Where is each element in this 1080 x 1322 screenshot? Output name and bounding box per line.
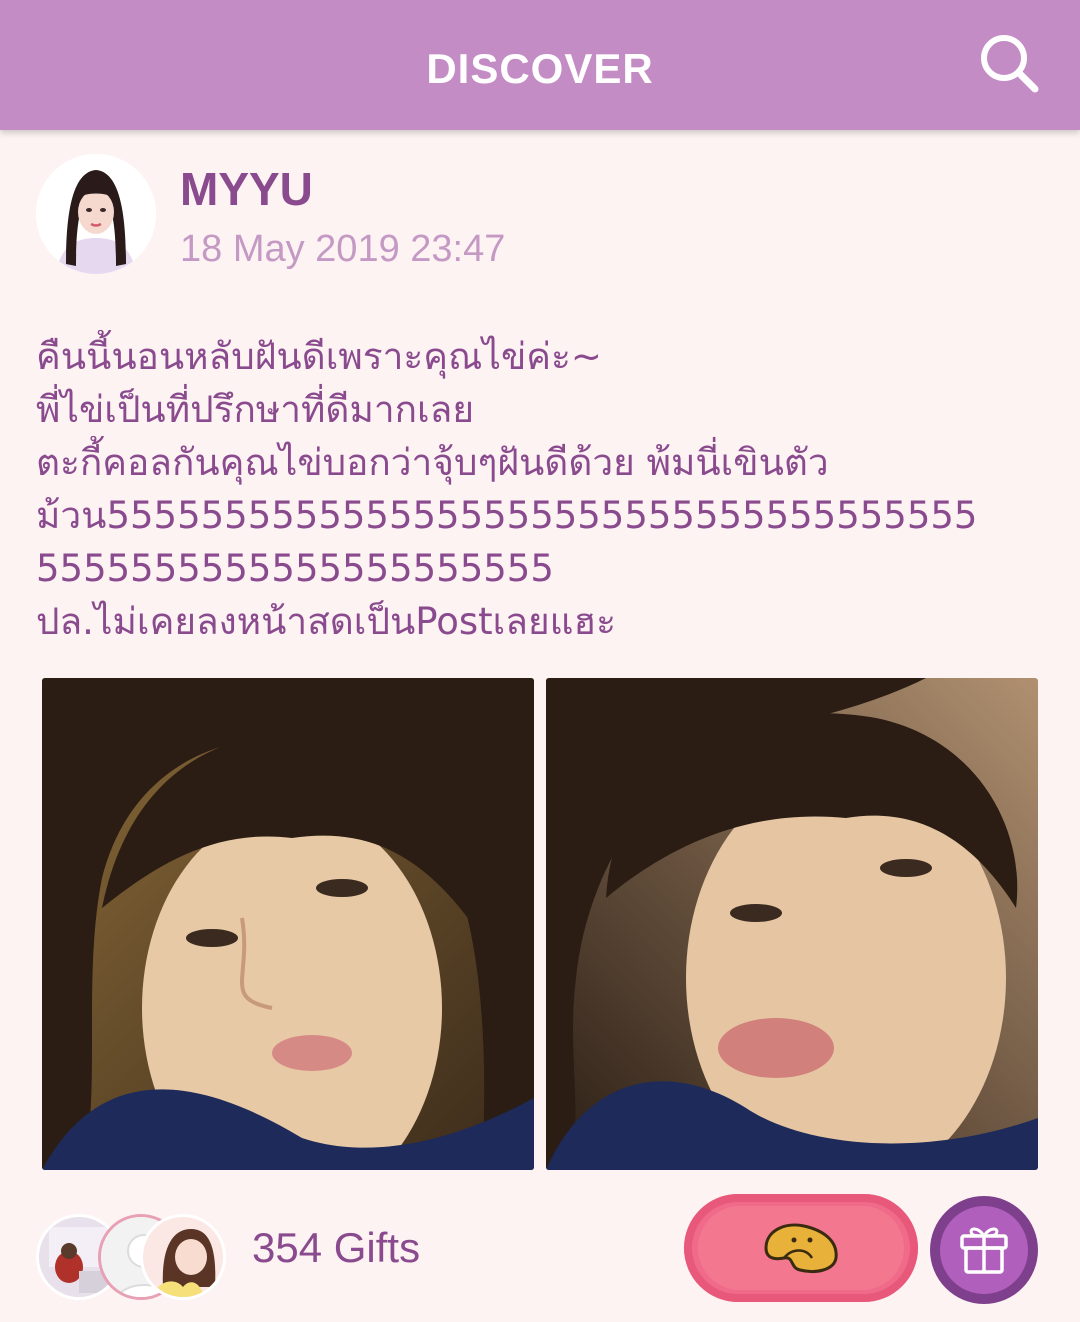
gift-count: 354 Gifts	[252, 1224, 421, 1271]
post-text-line: ตะกี้คอลกันคุณไข่บอกว่าจุ้บๆฝันดีด้วย พ้…	[36, 441, 829, 484]
post-text-line: ม้วน555555555555555555555555555555555555…	[36, 494, 978, 537]
post-text-line: พี่ไข่เป็นที่ปรึกษาที่ดีมากเลย	[36, 388, 475, 431]
gift-icon	[960, 1227, 1008, 1274]
post-text-line: 5555555555555555555555	[36, 547, 554, 590]
fortune-cookie-icon	[764, 1223, 838, 1273]
post-photo-2[interactable]	[546, 678, 1038, 1170]
author-name[interactable]: MYYU	[180, 162, 313, 216]
post-body: คืนนี้นอนหลับฝันดีเพราะคุณไข่ค่ะ~ พี่ไข่…	[36, 330, 1046, 648]
search-icon	[981, 35, 1039, 93]
post-text-line: ปล.ไม่เคยลงหน้าสดเป็นPostเลยแฮะ	[36, 600, 616, 643]
post-text-line: คืนนี้นอนหลับฝันดีเพราะคุณไข่ค่ะ~	[36, 335, 602, 378]
post-timestamp: 18 May 2019 23:47	[180, 228, 506, 270]
send-gift-button[interactable]	[930, 1196, 1038, 1304]
search-button[interactable]	[972, 26, 1044, 98]
page-title: DISCOVER	[426, 45, 654, 92]
post-photo-1[interactable]	[42, 678, 534, 1170]
gifter-avatar-3[interactable]	[140, 1214, 226, 1300]
fortune-cookie-button[interactable]	[684, 1194, 918, 1302]
author-avatar[interactable]	[36, 154, 156, 274]
